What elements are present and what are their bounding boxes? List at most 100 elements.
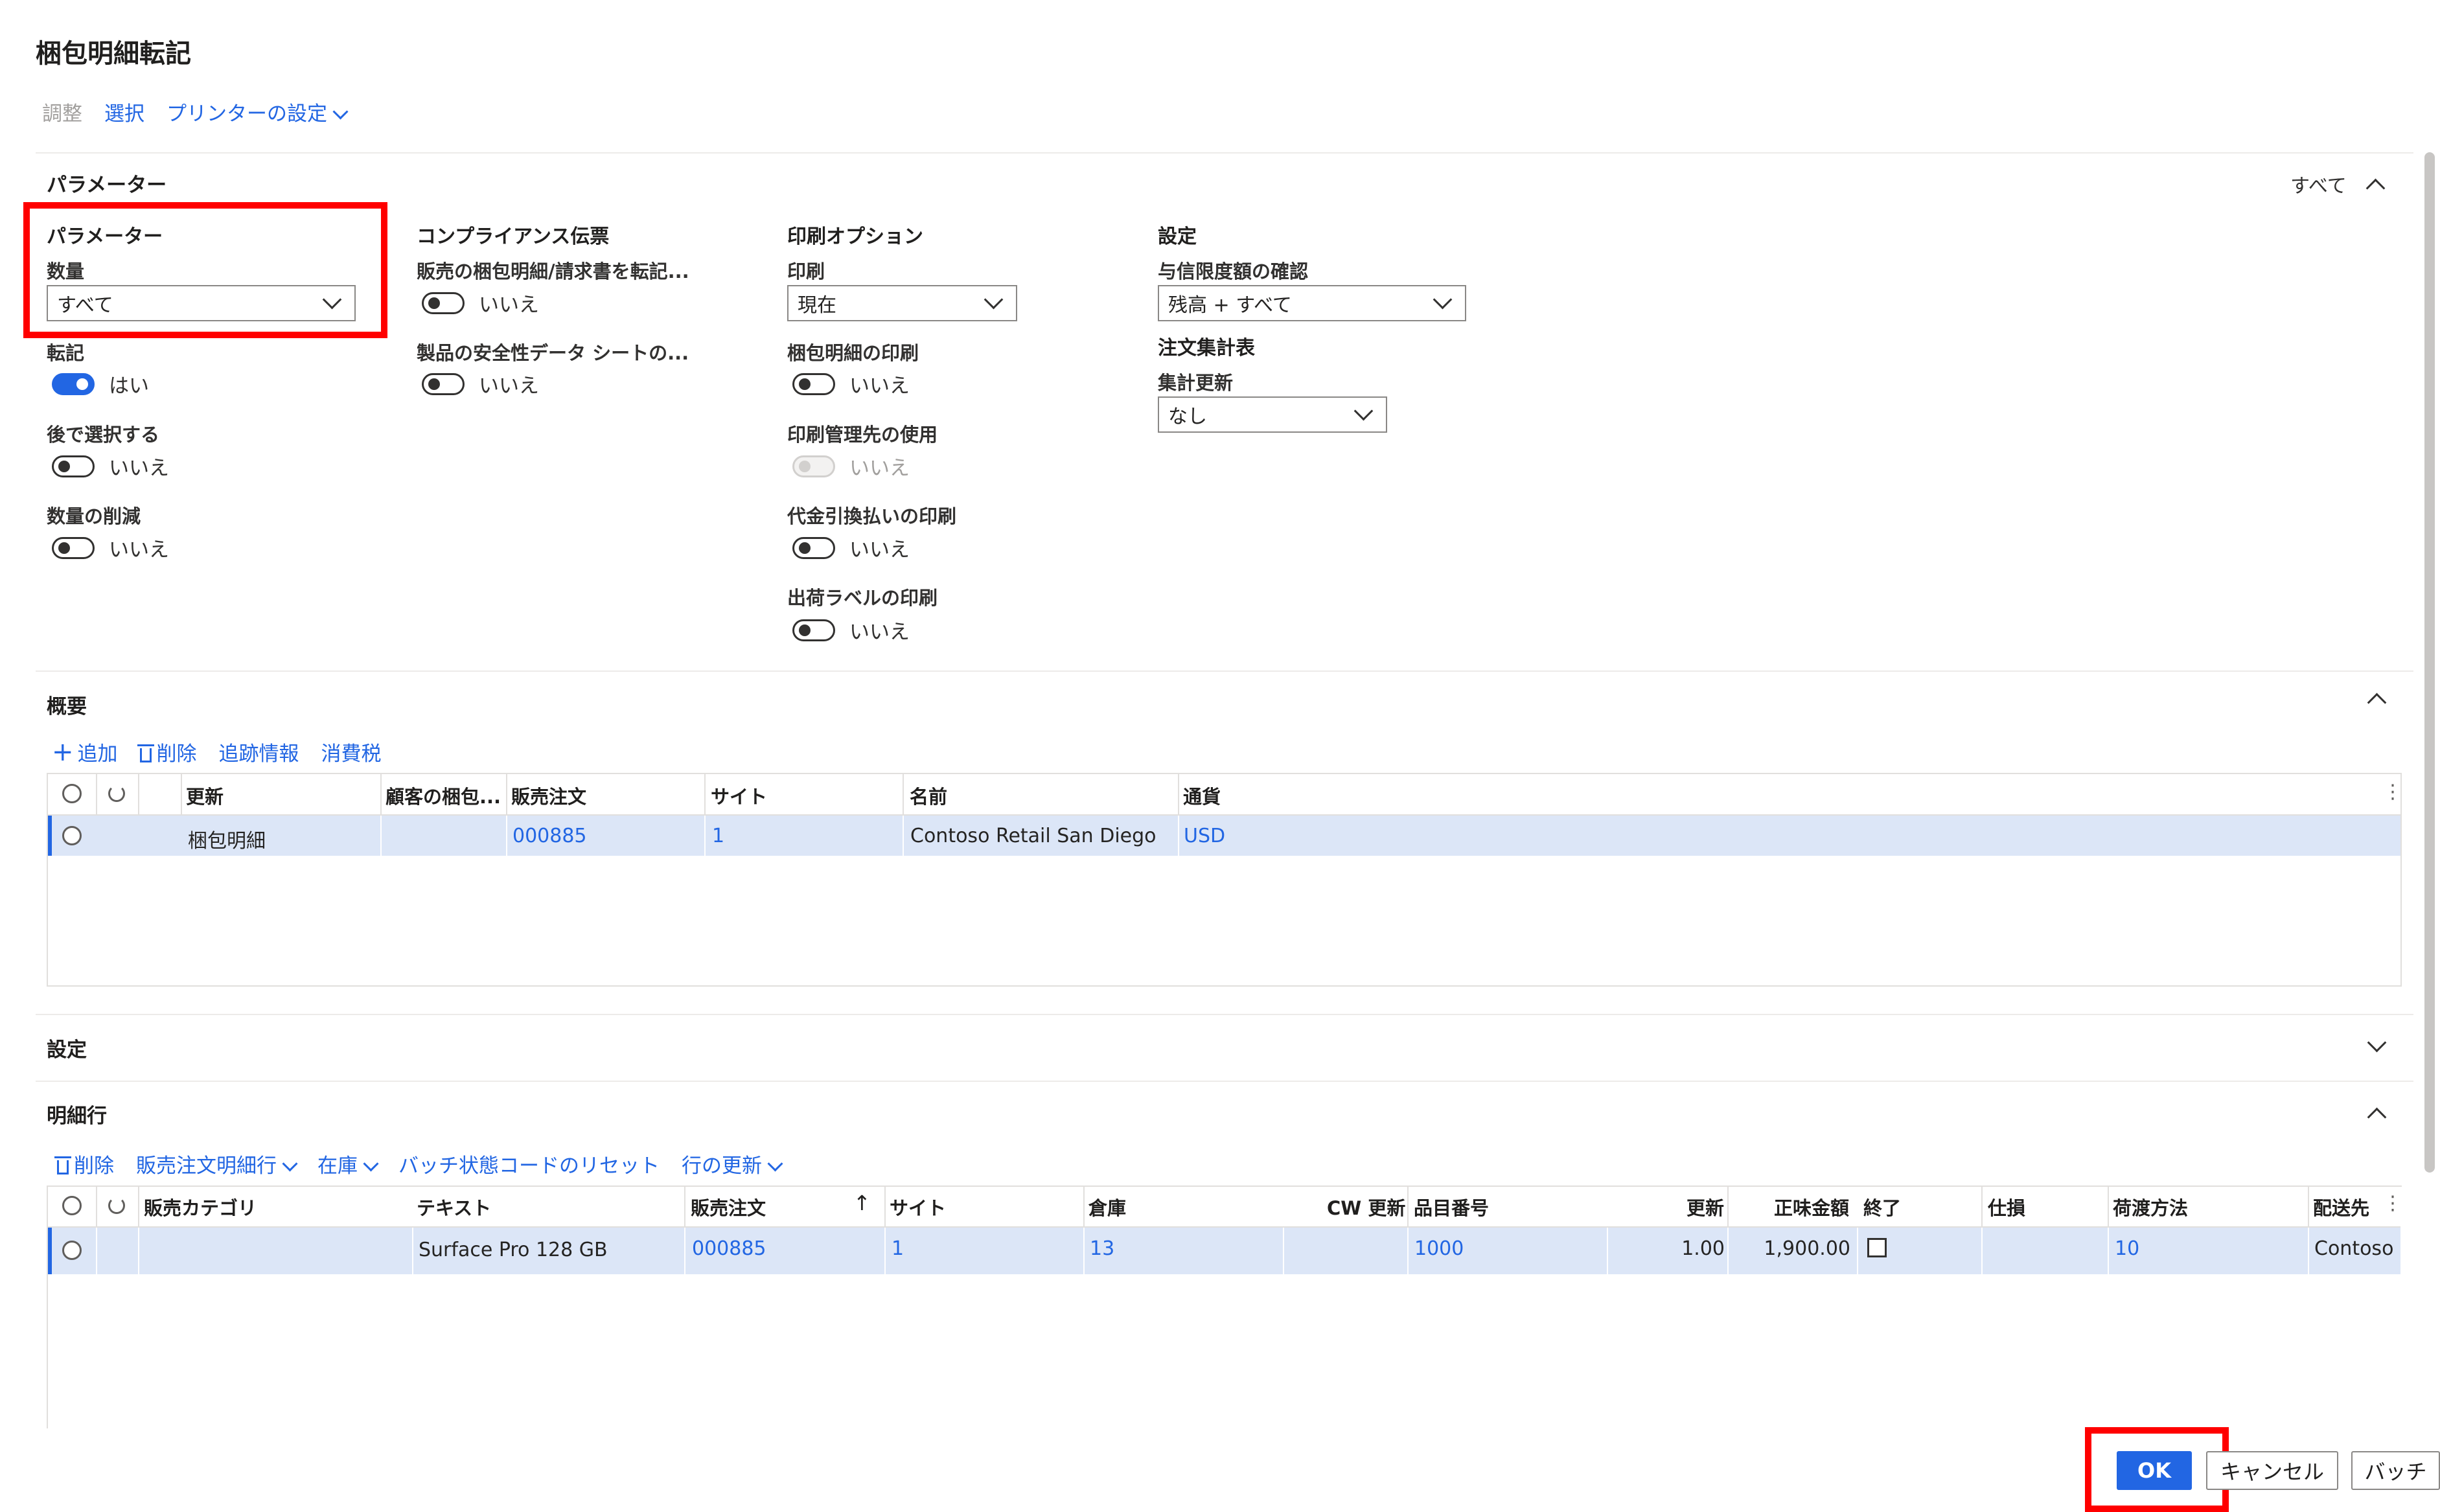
select-later-toggle[interactable]: いいえ <box>52 452 169 481</box>
column-header-sales-order[interactable]: 販売注文 <box>511 782 586 809</box>
divider <box>704 774 706 814</box>
select-all-radio[interactable] <box>62 784 82 803</box>
inventory-menu[interactable]: 在庫 <box>317 1149 379 1178</box>
column-header-text[interactable]: テキスト <box>417 1193 491 1220</box>
cell-site-link[interactable]: 1 <box>892 1237 904 1260</box>
divider <box>1727 1187 1729 1226</box>
toggle-switch[interactable] <box>422 372 465 395</box>
update-line-menu[interactable]: 行の更新 <box>682 1149 783 1178</box>
cell-update[interactable]: 1.00 <box>1613 1237 1725 1260</box>
toggle-switch[interactable] <box>52 372 95 395</box>
refresh-icon[interactable] <box>108 1197 125 1214</box>
divider <box>380 816 382 856</box>
sales-line-menu[interactable]: 販売注文明細行 <box>136 1149 298 1178</box>
divider <box>1407 1228 1409 1274</box>
column-header-delivery-mode[interactable]: 荷渡方法 <box>2113 1193 2188 1220</box>
adjust-button[interactable]: 調整 <box>42 97 82 126</box>
toggle-switch[interactable] <box>792 372 835 395</box>
tracking-info-button[interactable]: 追跡情報 <box>219 737 299 766</box>
column-options-icon[interactable]: ⋮ <box>2383 1192 2402 1215</box>
parameters-group-title: パラメーター <box>47 225 163 248</box>
row-select-radio[interactable] <box>62 1241 82 1260</box>
safety-sheet-toggle[interactable]: いいえ <box>422 369 539 398</box>
column-header-ship-to[interactable]: 配送先 <box>2313 1193 2369 1220</box>
quantity-select[interactable]: すべて <box>47 285 356 321</box>
cell-name[interactable]: Contoso Retail San Diego <box>910 825 1157 847</box>
delete-label: 削除 <box>156 742 197 766</box>
cell-text[interactable]: Surface Pro 128 GB <box>419 1239 608 1261</box>
select-all-radio[interactable] <box>62 1196 82 1215</box>
column-header-sales-category[interactable]: 販売カテゴリ <box>144 1193 257 1220</box>
cell-delivery-mode-link[interactable]: 10 <box>2115 1237 2139 1260</box>
toggle-switch[interactable] <box>422 292 465 314</box>
cell-site-link[interactable]: 1 <box>712 825 724 847</box>
column-header-cw-update[interactable]: CW 更新 <box>1327 1193 1405 1220</box>
column-header-sales-order[interactable]: 販売注文 <box>691 1193 766 1220</box>
column-header-site[interactable]: サイト <box>890 1193 946 1220</box>
column-header-warehouse[interactable]: 倉庫 <box>1088 1193 1126 1220</box>
column-header-customer-slip[interactable]: 顧客の梱包... <box>386 782 501 809</box>
delete-button[interactable]: 削除 <box>137 737 197 766</box>
post-toggle[interactable]: はい <box>52 369 149 398</box>
batch-button[interactable]: バッチ <box>2351 1451 2440 1490</box>
overview-collapse-button[interactable] <box>2367 692 2387 713</box>
cell-update[interactable]: 梱包明細 <box>188 825 266 853</box>
cell-warehouse-link[interactable]: 13 <box>1090 1237 1114 1260</box>
column-options-icon[interactable]: ⋮ <box>2383 781 2402 803</box>
cell-sales-order-link[interactable]: 000885 <box>692 1237 766 1260</box>
print-slip-toggle[interactable]: いいえ <box>792 369 910 398</box>
toggle-switch[interactable] <box>792 619 835 641</box>
refresh-icon[interactable] <box>108 785 125 802</box>
reset-batch-button[interactable]: バッチ状態コードのリセット <box>398 1149 660 1178</box>
column-header-scrap[interactable]: 仕損 <box>1988 1193 2025 1220</box>
divider <box>2108 1228 2109 1274</box>
parameters-section-toggle[interactable]: すべて <box>2290 170 2386 198</box>
table-row[interactable] <box>48 1228 2400 1274</box>
chevron-up-icon <box>2367 693 2387 713</box>
sales-tax-button[interactable]: 消費税 <box>321 737 382 766</box>
vertical-scrollbar[interactable] <box>2424 152 2435 1173</box>
print-select[interactable]: 現在 <box>787 285 1017 321</box>
cell-net-amount[interactable]: 1,900.00 <box>1734 1237 1850 1260</box>
safety-sheet-label: 製品の安全性データ シートの... <box>417 342 689 364</box>
divider <box>1607 1228 1608 1274</box>
delete-line-button[interactable]: 削除 <box>54 1149 114 1178</box>
divider <box>704 816 706 856</box>
cancel-button[interactable]: キャンセル <box>2206 1451 2338 1490</box>
shipping-label-toggle[interactable]: いいえ <box>792 615 910 645</box>
row-selected-indicator <box>48 816 52 856</box>
cell-sales-order-link[interactable]: 000885 <box>512 825 587 847</box>
toggle-switch[interactable] <box>792 536 835 559</box>
dialog-title: 梱包明細転記 <box>36 39 191 69</box>
printer-setup-menu[interactable]: プリンターの設定 <box>167 97 349 126</box>
toggle-switch[interactable] <box>52 536 95 559</box>
column-header-closed[interactable]: 終了 <box>1863 1193 1901 1220</box>
column-header-name[interactable]: 名前 <box>910 782 947 809</box>
cell-item-number-link[interactable]: 1000 <box>1414 1237 1464 1260</box>
divider <box>1283 1228 1284 1274</box>
cod-print-toggle[interactable]: いいえ <box>792 533 910 562</box>
cell-currency-link[interactable]: USD <box>1184 825 1225 847</box>
reduce-quantity-toggle[interactable]: いいえ <box>52 533 169 562</box>
settings-expand-button[interactable] <box>2367 1033 2387 1056</box>
chevron-up-icon <box>2367 1107 2387 1127</box>
closed-checkbox[interactable] <box>1867 1238 1887 1257</box>
post-invoice-toggle[interactable]: いいえ <box>422 288 539 317</box>
select-button[interactable]: 選択 <box>104 97 144 126</box>
sort-ascending-icon[interactable]: ↑ <box>853 1191 871 1215</box>
summary-update-select[interactable]: なし <box>1158 396 1387 433</box>
column-header-site[interactable]: サイト <box>711 782 767 809</box>
column-header-currency[interactable]: 通貨 <box>1183 782 1221 809</box>
lines-collapse-button[interactable] <box>2367 1106 2387 1127</box>
column-header-update[interactable]: 更新 <box>1686 1193 1724 1220</box>
toggle-switch[interactable] <box>52 455 95 477</box>
column-header-update[interactable]: 更新 <box>186 782 224 809</box>
credit-check-select[interactable]: 残高 + すべて <box>1158 285 1466 321</box>
divider <box>1178 774 1179 814</box>
row-select-radio[interactable] <box>62 826 82 845</box>
cell-ship-to[interactable]: Contoso <box>2314 1237 2393 1260</box>
column-header-net-amount[interactable]: 正味金額 <box>1774 1193 1849 1220</box>
add-button[interactable]: + 追加 <box>52 737 118 766</box>
column-header-item-number[interactable]: 品目番号 <box>1414 1193 1489 1220</box>
ok-button[interactable]: OK <box>2117 1451 2192 1490</box>
